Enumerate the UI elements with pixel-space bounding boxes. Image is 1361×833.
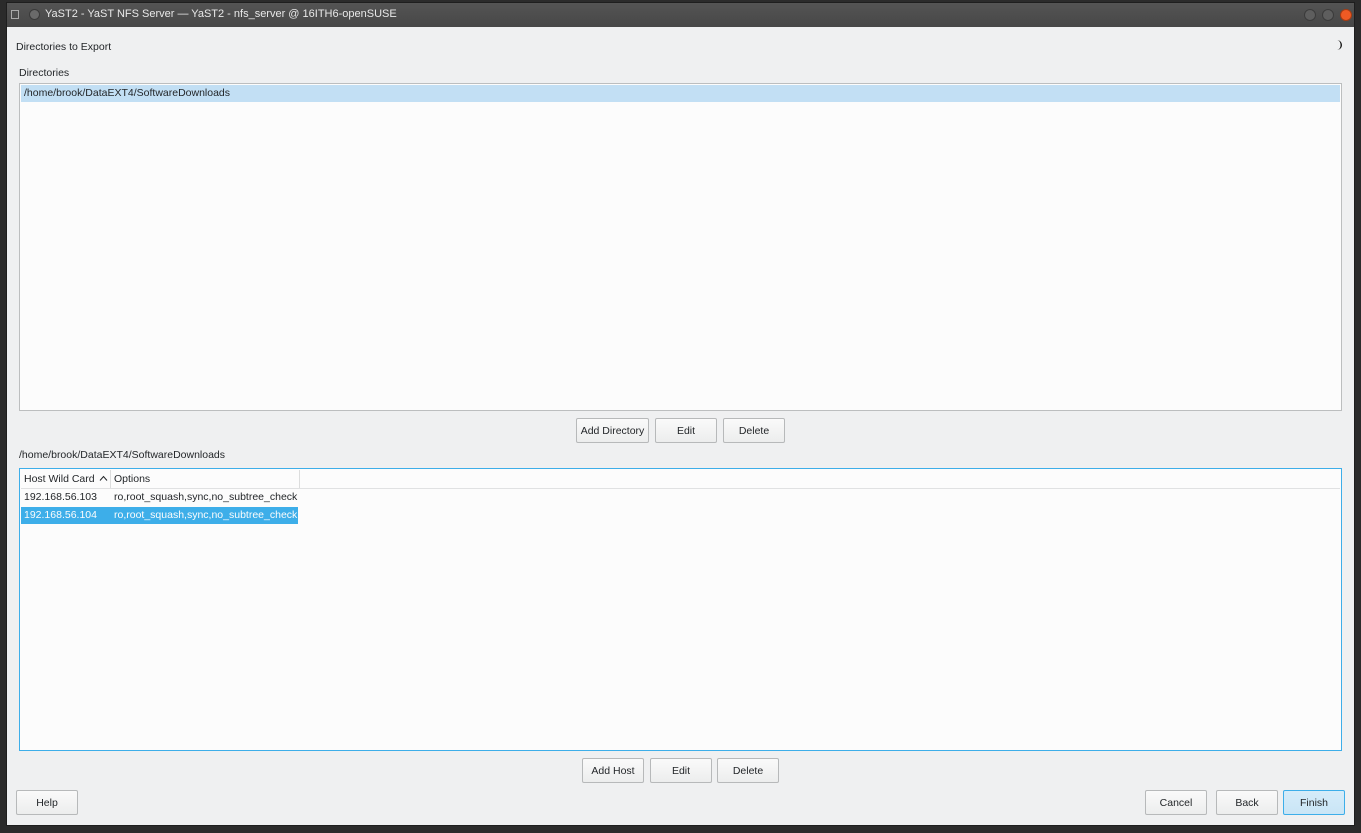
close-button[interactable] <box>1340 9 1352 21</box>
delete-host-button[interactable]: Delete <box>717 758 779 783</box>
table-row[interactable]: 192.168.56.103 ro,root_squash,sync,no_su… <box>21 489 298 506</box>
title-bar: YaST2 - YaST NFS Server — YaST2 - nfs_se… <box>7 3 1354 27</box>
column-header-host-wild-card[interactable]: Host Wild Card <box>21 470 111 488</box>
table-row[interactable]: 192.168.56.104 ro,root_squash,sync,no_su… <box>21 507 298 524</box>
add-host-button[interactable]: Add Host <box>582 758 644 783</box>
edit-host-button[interactable]: Edit <box>650 758 712 783</box>
window-menu-icon[interactable] <box>11 10 19 19</box>
maximize-button[interactable] <box>1322 9 1334 21</box>
host-cell: 192.168.56.103 <box>24 491 97 503</box>
add-directory-button[interactable]: Add Directory <box>576 418 649 443</box>
options-cell: ro,root_squash,sync,no_subtree_check <box>114 509 298 521</box>
column-header-label: Host Wild Card <box>24 473 95 485</box>
minimize-button[interactable] <box>1304 9 1316 21</box>
hosts-table[interactable]: Host Wild Card Options 192.168.56.103 ro… <box>19 468 1342 751</box>
page-title: Directories to Export <box>16 41 112 53</box>
table-header: Host Wild Card Options <box>21 470 1340 489</box>
options-cell: ro,root_squash,sync,no_subtree_check <box>114 491 298 503</box>
column-header-label: Options <box>114 473 151 485</box>
delete-directory-button[interactable]: Delete <box>723 418 785 443</box>
selected-directory-label: /home/brook/DataEXT4/SoftwareDownloads <box>19 449 226 461</box>
chevron-up-icon <box>99 475 108 481</box>
cancel-button[interactable]: Cancel <box>1145 790 1207 815</box>
directories-label: Directories <box>19 67 70 79</box>
window-title: YaST2 - YaST NFS Server — YaST2 - nfs_se… <box>45 8 397 20</box>
host-cell: 192.168.56.104 <box>24 509 97 521</box>
dialog-content: Directories to Export Directories /home/… <box>7 27 1354 825</box>
back-button[interactable]: Back <box>1216 790 1278 815</box>
help-button[interactable]: Help <box>16 790 78 815</box>
directory-row[interactable]: /home/brook/DataEXT4/SoftwareDownloads <box>21 85 1340 102</box>
pin-icon[interactable] <box>29 9 40 20</box>
column-header-options[interactable]: Options <box>111 470 300 488</box>
edit-directory-button[interactable]: Edit <box>655 418 717 443</box>
finish-button[interactable]: Finish <box>1283 790 1345 815</box>
directories-list[interactable]: /home/brook/DataEXT4/SoftwareDownloads <box>19 83 1342 411</box>
yast-window: YaST2 - YaST NFS Server — YaST2 - nfs_se… <box>6 2 1355 826</box>
moon-icon <box>1337 40 1342 50</box>
